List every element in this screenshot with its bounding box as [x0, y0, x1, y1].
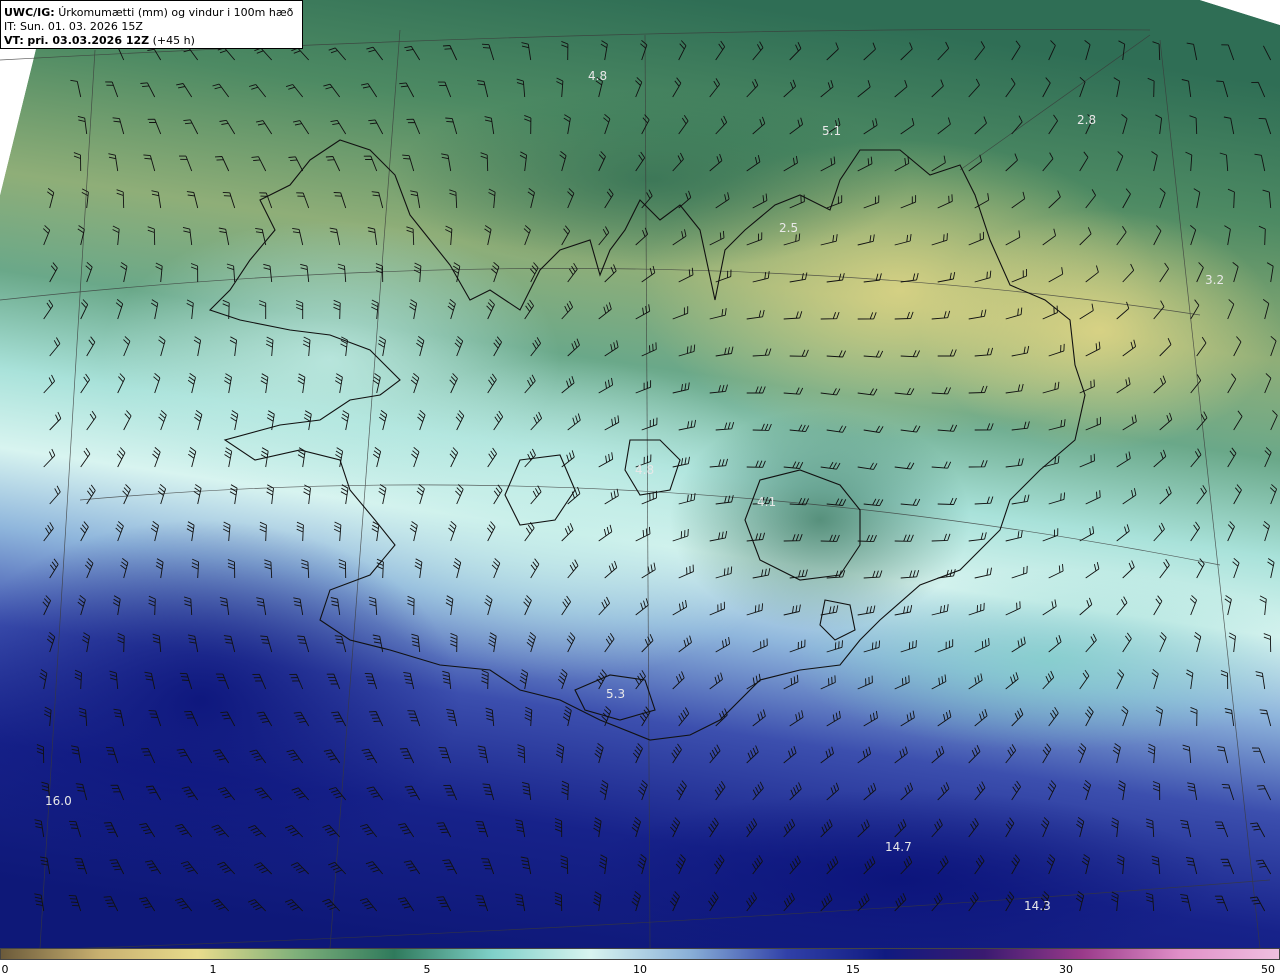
title-line: UWC/IG: Úrkomumætti (mm) og vindur i 100…	[4, 6, 302, 20]
value-label: 5.3	[606, 687, 625, 701]
valid-time-line: VT: pri. 03.03.2026 12Z (+45 h)	[4, 34, 302, 48]
colorbar-tick: 10	[633, 963, 647, 976]
value-label: 3.2	[1205, 273, 1224, 287]
valid-label: VT:	[4, 34, 24, 47]
value-label: 14.7	[885, 840, 912, 854]
colorbar-tick: 15	[846, 963, 860, 976]
value-label: 16.0	[45, 794, 72, 808]
value-label: 4.8	[635, 463, 654, 477]
colorbar-tick: 5	[423, 963, 431, 976]
colorbar: 0 1 5 10 15 30 50	[0, 948, 1280, 978]
product-name: Úrkomumætti (mm) og vindur i 100m hæð	[58, 6, 294, 19]
colorbar-tick: 50	[1261, 963, 1275, 976]
value-label: 4.1	[757, 495, 776, 509]
colorbar-tick: 1	[209, 963, 217, 976]
colorbar-tick: 0	[1, 963, 9, 976]
value-label: 2.5	[779, 221, 798, 235]
colorbar-tick: 30	[1059, 963, 1073, 976]
lead-time: (+45 h)	[152, 34, 195, 47]
value-label: 14.3	[1024, 899, 1051, 913]
value-label: 4.8	[588, 69, 607, 83]
colorbar-strip	[0, 948, 1280, 960]
value-label: 5.1	[822, 124, 841, 138]
value-label: 2.8	[1077, 113, 1096, 127]
valid-time: pri. 03.03.2026 12Z	[27, 34, 150, 47]
init-time: IT: Sun. 01. 03. 2026 15Z	[4, 20, 143, 33]
map-title-box: UWC/IG: Úrkomumætti (mm) og vindur i 100…	[0, 0, 303, 49]
precipitation-map: 4.8 5.1 2.8 2.5 3.2 4.8 4.1 5.3 16.0 14.…	[0, 0, 1280, 948]
model-name: UWC/IG:	[4, 6, 55, 19]
